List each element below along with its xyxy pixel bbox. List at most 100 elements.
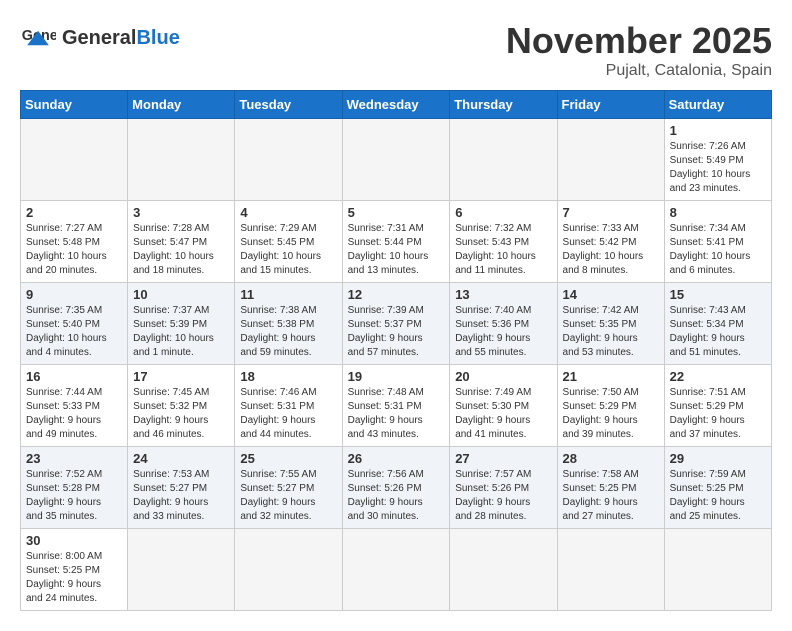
- day-number: 18: [240, 369, 336, 384]
- day-number: 28: [563, 451, 659, 466]
- day-number: 21: [563, 369, 659, 384]
- calendar-cell: 19Sunrise: 7:48 AM Sunset: 5:31 PM Dayli…: [342, 365, 450, 447]
- calendar-cell: [21, 119, 128, 201]
- calendar-cell: 27Sunrise: 7:57 AM Sunset: 5:26 PM Dayli…: [450, 447, 557, 529]
- day-info: Sunrise: 7:45 AM Sunset: 5:32 PM Dayligh…: [133, 386, 229, 442]
- calendar-cell: 20 Sunrise: 7:49 AM Sunset: 5:30 PM Dayli…: [450, 365, 557, 447]
- calendar-cell: [342, 119, 450, 201]
- page-header: General GeneralBlue November 2025 Pujalt…: [20, 20, 772, 80]
- day-info: Sunrise: 7:53 AM Sunset: 5:27 PM Dayligh…: [133, 468, 229, 524]
- calendar-cell: 1 Sunrise: 7:26 AM Sunset: 5:49 PM Daylig…: [664, 119, 771, 201]
- day-number: 12: [348, 287, 445, 302]
- day-info: Sunrise: 7:48 AM Sunset: 5:31 PM Dayligh…: [348, 386, 445, 442]
- day-info: Sunrise: 7:43 AM Sunset: 5:34 PM Dayligh…: [670, 304, 766, 360]
- calendar-cell: 4Sunrise: 7:29 AM Sunset: 5:45 PM Daylig…: [235, 201, 342, 283]
- day-number: 24: [133, 451, 229, 466]
- calendar-cell: [450, 529, 557, 611]
- calendar-cell: 9Sunrise: 7:35 AM Sunset: 5:40 PM Daylig…: [21, 283, 128, 365]
- weekday-friday: Friday: [557, 91, 664, 119]
- day-number: 23: [26, 451, 122, 466]
- calendar-cell: 21 Sunrise: 7:50 AM Sunset: 5:29 PM Dayli…: [557, 365, 664, 447]
- day-info: Sunrise: 7:44 AM Sunset: 5:33 PM Dayligh…: [26, 386, 122, 442]
- day-number: 10: [133, 287, 229, 302]
- weekday-saturday: Saturday: [664, 91, 771, 119]
- day-info: Sunrise: 7:55 AM Sunset: 5:27 PM Dayligh…: [240, 468, 336, 524]
- calendar-cell: [450, 119, 557, 201]
- calendar-subtitle: Pujalt, Catalonia, Spain: [506, 62, 772, 80]
- day-number: 2: [26, 205, 122, 220]
- day-number: 4: [240, 205, 336, 220]
- calendar-cell: 28 Sunrise: 7:58 AM Sunset: 5:25 PM Dayli…: [557, 447, 664, 529]
- calendar-cell: 26 Sunrise: 7:56 AM Sunset: 5:26 PM Dayli…: [342, 447, 450, 529]
- calendar-cell: 12 Sunrise: 7:39 AM Sunset: 5:37 PM Dayli…: [342, 283, 450, 365]
- calendar-cell: [235, 529, 342, 611]
- day-number: 15: [670, 287, 766, 302]
- day-info: Sunrise: 7:51 AM Sunset: 5:29 PM Dayligh…: [670, 386, 766, 442]
- day-number: 29: [670, 451, 766, 466]
- calendar-title: November 2025: [506, 20, 772, 62]
- weekday-tuesday: Tuesday: [235, 91, 342, 119]
- calendar-cell: [128, 119, 235, 201]
- day-number: 3: [133, 205, 229, 220]
- calendar-cell: 25 Sunrise: 7:55 AM Sunset: 5:27 PM Dayli…: [235, 447, 342, 529]
- logo: General GeneralBlue: [20, 20, 180, 56]
- calendar-cell: [342, 529, 450, 611]
- logo-text: GeneralBlue: [62, 27, 180, 50]
- calendar-cell: 22 Sunrise: 7:51 AM Sunset: 5:29 PM Dayli…: [664, 365, 771, 447]
- day-info: Sunrise: 7:49 AM Sunset: 5:30 PM Dayligh…: [455, 386, 551, 442]
- calendar-week-3: 9Sunrise: 7:35 AM Sunset: 5:40 PM Daylig…: [21, 283, 772, 365]
- day-info: Sunrise: 7:52 AM Sunset: 5:28 PM Dayligh…: [26, 468, 122, 524]
- weekday-thursday: Thursday: [450, 91, 557, 119]
- day-number: 27: [455, 451, 551, 466]
- calendar-cell: 18 Sunrise: 7:46 AM Sunset: 5:31 PM Dayli…: [235, 365, 342, 447]
- calendar-week-5: 23 Sunrise: 7:52 AM Sunset: 5:28 PM Dayli…: [21, 447, 772, 529]
- day-number: 22: [670, 369, 766, 384]
- day-number: 25: [240, 451, 336, 466]
- day-info: Sunrise: 7:46 AM Sunset: 5:31 PM Dayligh…: [240, 386, 336, 442]
- day-number: 20: [455, 369, 551, 384]
- day-info: Sunrise: 7:37 AM Sunset: 5:39 PM Dayligh…: [133, 304, 229, 360]
- day-info: Sunrise: 7:28 AM Sunset: 5:47 PM Dayligh…: [133, 222, 229, 278]
- calendar-cell: 10 Sunrise: 7:37 AM Sunset: 5:39 PM Dayli…: [128, 283, 235, 365]
- day-number: 26: [348, 451, 445, 466]
- calendar-cell: [128, 529, 235, 611]
- day-info: Sunrise: 7:39 AM Sunset: 5:37 PM Dayligh…: [348, 304, 445, 360]
- day-info: Sunrise: 7:31 AM Sunset: 5:44 PM Dayligh…: [348, 222, 445, 278]
- calendar-cell: [235, 119, 342, 201]
- weekday-header-row: SundayMondayTuesdayWednesdayThursdayFrid…: [21, 91, 772, 119]
- day-number: 5: [348, 205, 445, 220]
- weekday-monday: Monday: [128, 91, 235, 119]
- calendar-cell: 23 Sunrise: 7:52 AM Sunset: 5:28 PM Dayli…: [21, 447, 128, 529]
- calendar-cell: 6Sunrise: 7:32 AM Sunset: 5:43 PM Daylig…: [450, 201, 557, 283]
- title-block: November 2025 Pujalt, Catalonia, Spain: [506, 20, 772, 80]
- day-number: 13: [455, 287, 551, 302]
- day-info: Sunrise: 8:00 AM Sunset: 5:25 PM Dayligh…: [26, 550, 122, 606]
- day-info: Sunrise: 7:50 AM Sunset: 5:29 PM Dayligh…: [563, 386, 659, 442]
- calendar-cell: 17 Sunrise: 7:45 AM Sunset: 5:32 PM Dayli…: [128, 365, 235, 447]
- day-info: Sunrise: 7:59 AM Sunset: 5:25 PM Dayligh…: [670, 468, 766, 524]
- day-info: Sunrise: 7:34 AM Sunset: 5:41 PM Dayligh…: [670, 222, 766, 278]
- day-info: Sunrise: 7:40 AM Sunset: 5:36 PM Dayligh…: [455, 304, 551, 360]
- weekday-sunday: Sunday: [21, 91, 128, 119]
- day-info: Sunrise: 7:33 AM Sunset: 5:42 PM Dayligh…: [563, 222, 659, 278]
- calendar-cell: 3 Sunrise: 7:28 AM Sunset: 5:47 PM Daylig…: [128, 201, 235, 283]
- day-number: 17: [133, 369, 229, 384]
- calendar-cell: 8Sunrise: 7:34 AM Sunset: 5:41 PM Daylig…: [664, 201, 771, 283]
- day-info: Sunrise: 7:58 AM Sunset: 5:25 PM Dayligh…: [563, 468, 659, 524]
- calendar-cell: 2Sunrise: 7:27 AM Sunset: 5:48 PM Daylig…: [21, 201, 128, 283]
- calendar-cell: 15 Sunrise: 7:43 AM Sunset: 5:34 PM Dayli…: [664, 283, 771, 365]
- day-number: 1: [670, 123, 766, 138]
- calendar-cell: [664, 529, 771, 611]
- calendar-cell: 7Sunrise: 7:33 AM Sunset: 5:42 PM Daylig…: [557, 201, 664, 283]
- calendar-table: SundayMondayTuesdayWednesdayThursdayFrid…: [20, 90, 772, 611]
- calendar-cell: 30Sunrise: 8:00 AM Sunset: 5:25 PM Dayli…: [21, 529, 128, 611]
- calendar-cell: 11Sunrise: 7:38 AM Sunset: 5:38 PM Dayli…: [235, 283, 342, 365]
- day-info: Sunrise: 7:26 AM Sunset: 5:49 PM Dayligh…: [670, 140, 766, 196]
- weekday-wednesday: Wednesday: [342, 91, 450, 119]
- calendar-week-4: 16Sunrise: 7:44 AM Sunset: 5:33 PM Dayli…: [21, 365, 772, 447]
- calendar-week-2: 2Sunrise: 7:27 AM Sunset: 5:48 PM Daylig…: [21, 201, 772, 283]
- day-info: Sunrise: 7:42 AM Sunset: 5:35 PM Dayligh…: [563, 304, 659, 360]
- calendar-cell: [557, 119, 664, 201]
- day-info: Sunrise: 7:56 AM Sunset: 5:26 PM Dayligh…: [348, 468, 445, 524]
- day-info: Sunrise: 7:32 AM Sunset: 5:43 PM Dayligh…: [455, 222, 551, 278]
